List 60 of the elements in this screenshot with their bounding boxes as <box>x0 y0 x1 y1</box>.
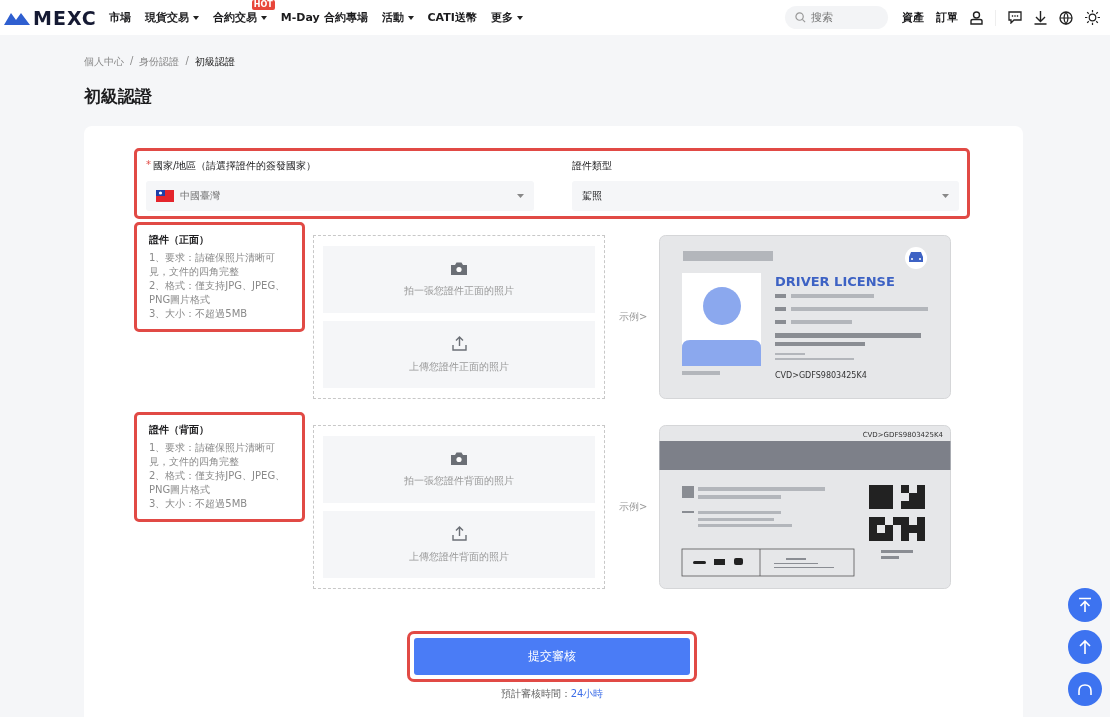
caret-icon <box>407 15 414 20</box>
nav-menu-item[interactable]: 現貨交易 <box>144 10 189 25</box>
breadcrumb-link[interactable]: 身份認證 <box>139 55 180 69</box>
section-title: 證件（背面） <box>149 423 210 437</box>
requirement-text: 1、要求：請確保照片清晰可見，文件的四角完整 <box>149 251 277 279</box>
breadcrumb-separator: / <box>185 55 189 68</box>
download-icon[interactable] <box>1034 10 1047 25</box>
nav-menu-item[interactable]: 活動 <box>381 10 404 25</box>
car-icon <box>905 247 928 269</box>
headset-icon <box>1077 683 1093 695</box>
review-time-value: 24小時 <box>570 688 604 699</box>
camera-icon <box>451 451 467 465</box>
globe-icon[interactable] <box>1059 10 1073 25</box>
nav-menu-item[interactable]: 更多 <box>490 10 513 25</box>
breadcrumb-separator: / <box>130 55 134 68</box>
caret-icon <box>192 15 199 20</box>
qr-code-icon <box>869 485 926 541</box>
nav-link[interactable]: 訂單 <box>936 10 958 25</box>
upload-icon <box>451 335 467 351</box>
caret-icon <box>516 15 523 20</box>
caret-icon <box>260 15 267 20</box>
dropdown-select[interactable]: 駕照 <box>571 181 959 211</box>
license-heading: DRIVER LICENSE <box>775 274 896 289</box>
flag-icon <box>156 190 174 202</box>
nav-menu-item[interactable]: 合約交易 <box>212 10 257 25</box>
back-to-top-button[interactable] <box>1068 588 1102 622</box>
dropdown-select[interactable]: 中國臺灣 <box>146 181 534 211</box>
scroll-up-button[interactable] <box>1068 630 1102 664</box>
breadcrumb-link[interactable]: 個人中心 <box>84 55 124 69</box>
nav-menu-item[interactable]: CATI送幣 <box>427 10 477 25</box>
requirement-text: 2、格式：僅支持JPG、JPEG、PNG圖片格式 <box>149 469 287 497</box>
review-time-label: 預計審核時間： <box>500 688 571 699</box>
upload-icon <box>451 525 467 541</box>
sun-icon[interactable] <box>1085 10 1100 25</box>
hot-badge: HOT <box>251 0 275 10</box>
search-field[interactable]: 搜索 <box>785 6 888 29</box>
requirement-text: 1、要求：請確保照片清晰可見，文件的四角完整 <box>149 441 277 469</box>
brand-logo[interactable]: MEXC <box>33 6 97 29</box>
nav-menu-item[interactable]: 市場 <box>108 10 131 25</box>
page-title: 初級認證 <box>84 85 153 108</box>
nav-link[interactable]: 資產 <box>902 10 924 25</box>
submit-button[interactable]: 提交審核 <box>414 638 690 675</box>
license-code: CVD>GDFS9803425K4 <box>775 371 868 380</box>
qr-caption-lines <box>881 550 914 559</box>
camera-icon <box>451 261 467 275</box>
section-title: 證件（正面） <box>149 233 210 247</box>
user-icon[interactable] <box>970 10 983 25</box>
chat-icon[interactable] <box>1008 11 1022 24</box>
support-button[interactable] <box>1068 672 1102 706</box>
required-mark: * <box>146 159 151 172</box>
field-label: 國家/地區（請選擇證件的簽發國家） <box>153 159 317 173</box>
requirement-text: 3、大小：不超過5MB <box>149 307 249 321</box>
caret-icon <box>942 194 949 198</box>
requirement-text: 2、格式：僅支持JPG、JPEG、PNG圖片格式 <box>149 279 287 307</box>
nav-menu-item[interactable]: M-Day 合約專場 <box>280 10 368 25</box>
arrow-up-icon <box>1078 639 1092 655</box>
caret-icon <box>516 194 524 198</box>
field-label: 證件類型 <box>571 159 612 173</box>
arrow-up-icon <box>1077 597 1093 613</box>
requirement-text: 3、大小：不超過5MB <box>149 497 249 511</box>
